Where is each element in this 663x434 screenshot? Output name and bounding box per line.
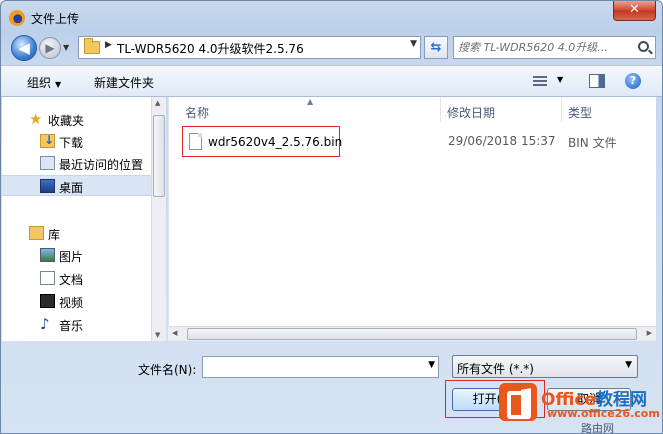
desktop-icon [40, 179, 55, 193]
nav-item-desktop[interactable]: 桌面 [2, 175, 152, 196]
nav-scrollbar[interactable]: ▲ ▼ [151, 97, 166, 341]
file-type-filter-value: 所有文件 (*.*) [457, 362, 534, 376]
address-dropdown-icon[interactable]: ▼ [410, 39, 417, 49]
watermark: Office教程网 www.office26.com 路由网 [499, 380, 662, 434]
nav-item-libraries[interactable]: 库 [2, 223, 152, 244]
table-row[interactable]: wdr5620v4_2.5.76.bin [182, 126, 343, 157]
file-upload-dialog: 文件上传 ✕ ◀ ▶ ▼ ▶ TL-WDR5620 4.0升级软件2.5.76 … [0, 0, 663, 434]
nav-item-downloads[interactable]: 下载 [2, 131, 152, 152]
nav-item-documents[interactable]: 文档 [2, 268, 152, 289]
filename-label: 文件名(N): [138, 363, 197, 377]
organize-button[interactable]: 组织 ▼ [27, 74, 61, 91]
column-header-name[interactable]: 名称 ▲ [169, 97, 441, 122]
organize-dropdown-icon: ▼ [55, 80, 62, 89]
chevron-down-icon: ▼ [625, 360, 632, 370]
column-header-type[interactable]: 类型 [562, 97, 657, 122]
scrollbar-thumb[interactable] [153, 115, 165, 197]
library-icon [29, 226, 44, 240]
column-header-date[interactable]: 修改日期 [441, 97, 562, 122]
sort-ascending-icon: ▲ [307, 97, 314, 106]
folder-icon [84, 38, 100, 54]
nav-item-pictures[interactable]: 图片 [2, 245, 152, 266]
preview-pane-icon[interactable] [589, 74, 605, 88]
nav-label: 文档 [59, 273, 84, 287]
file-icon [189, 133, 202, 150]
address-path[interactable]: TL-WDR5620 4.0升级软件2.5.76 [117, 40, 304, 57]
file-modified-date: 29/06/2018 15:37 [448, 134, 556, 148]
views-icon[interactable] [533, 76, 547, 88]
help-icon[interactable]: ? [625, 73, 641, 89]
title-bar: 文件上传 ✕ [1, 1, 662, 35]
filename-input[interactable]: ▼ [202, 356, 439, 378]
file-list: 名称 ▲ 修改日期 类型 wdr5620v4_2.5.76.bin 29/06/… [168, 97, 656, 341]
search-icon[interactable] [638, 41, 649, 52]
nav-item-videos[interactable]: 视频 [2, 291, 152, 312]
watermark-sub: 路由网 [581, 422, 614, 434]
navigation-pane: ★ 收藏夹 下载 最近访问的位置 桌面 库 图片 文档 视频 [2, 97, 152, 341]
breadcrumb-chevron-icon[interactable]: ▶ [105, 40, 112, 50]
column-label: 名称 [185, 106, 210, 120]
new-folder-button[interactable]: 新建文件夹 [94, 74, 154, 91]
search-input[interactable] [458, 39, 634, 56]
address-bar[interactable]: ▶ TL-WDR5620 4.0升级软件2.5.76 ▼ [78, 36, 421, 59]
views-dropdown-icon[interactable]: ▼ [557, 75, 563, 84]
nav-label: 收藏夹 [48, 114, 85, 128]
downloads-folder-icon [40, 133, 55, 148]
file-type-filter[interactable]: 所有文件 (*.*) ▼ [452, 355, 638, 378]
pictures-icon [40, 248, 55, 262]
nav-item-music[interactable]: ♪ 音乐 [2, 314, 152, 335]
window-title: 文件上传 [31, 12, 80, 26]
recent-places-icon [40, 156, 55, 170]
nav-label: 库 [48, 228, 61, 242]
nav-label: 下载 [59, 136, 84, 150]
file-name: wdr5620v4_2.5.76.bin [208, 135, 343, 149]
nav-item-favorites[interactable]: ★ 收藏夹 [2, 109, 152, 130]
nav-label: 最近访问的位置 [59, 158, 144, 172]
scroll-right-icon[interactable]: ▶ [647, 329, 652, 337]
file-type: BIN 文件 [568, 136, 617, 150]
nav-label: 音乐 [59, 319, 84, 333]
search-box[interactable] [453, 36, 656, 59]
scrollbar-thumb[interactable] [187, 328, 637, 340]
videos-icon [40, 294, 55, 308]
office-logo-icon [499, 383, 537, 421]
star-icon: ★ [29, 110, 43, 128]
back-button[interactable]: ◀ [11, 35, 37, 61]
organize-label: 组织 [27, 76, 52, 90]
firefox-icon [9, 10, 25, 26]
nav-label: 图片 [59, 250, 84, 264]
forward-button[interactable]: ▶ [39, 37, 61, 59]
filename-dropdown-icon[interactable]: ▼ [428, 360, 435, 370]
scroll-down-icon[interactable]: ▼ [155, 331, 160, 339]
close-button[interactable]: ✕ [613, 1, 656, 21]
watermark-url: www.office26.com [547, 407, 660, 420]
nav-label: 桌面 [59, 181, 84, 195]
history-dropdown-icon[interactable]: ▼ [63, 41, 75, 55]
scroll-up-icon[interactable]: ▲ [155, 99, 160, 107]
nav-item-recent[interactable]: 最近访问的位置 [2, 153, 152, 174]
toolbar: 组织 ▼ 新建文件夹 ▼ ? [1, 65, 662, 97]
music-icon: ♪ [40, 315, 50, 333]
scroll-left-icon[interactable]: ◀ [172, 329, 177, 337]
documents-icon [40, 271, 55, 285]
column-label: 类型 [568, 106, 593, 120]
refresh-button[interactable]: ⇆ [424, 36, 448, 59]
column-label: 修改日期 [447, 106, 496, 120]
file-list-h-scrollbar[interactable]: ◀ ▶ [168, 326, 656, 341]
nav-label: 视频 [59, 296, 84, 310]
